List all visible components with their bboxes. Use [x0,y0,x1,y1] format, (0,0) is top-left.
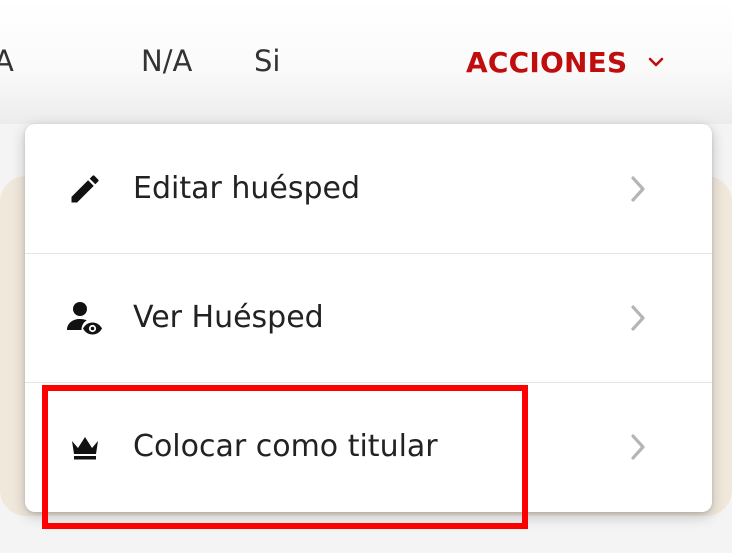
chevron-right-icon [624,429,652,465]
crown-icon [65,427,105,467]
chevron-right-icon [624,300,652,336]
menu-item-label: Colocar como titular [133,429,438,464]
table-row-header: A N/A Si ACCIONES [0,0,732,124]
menu-item-set-as-holder[interactable]: Colocar como titular [25,382,712,511]
chevron-down-icon [647,53,665,71]
table-cell: N/A [141,44,193,78]
pencil-icon [65,169,105,209]
menu-item-label: Ver Huésped [133,300,324,335]
menu-item-edit-guest[interactable]: Editar huésped [25,124,712,253]
menu-item-view-guest[interactable]: Ver Huésped [25,253,712,382]
person-eye-icon [65,298,105,338]
actions-menu: Editar huésped Ver Huésped Colocar como … [25,124,712,512]
actions-dropdown-button[interactable]: ACCIONES [466,40,665,84]
chevron-right-icon [624,171,652,207]
menu-item-label: Editar huésped [133,171,361,206]
actions-label: ACCIONES [466,45,628,79]
table-cell: Si [254,44,281,78]
table-cell: A [0,44,14,78]
